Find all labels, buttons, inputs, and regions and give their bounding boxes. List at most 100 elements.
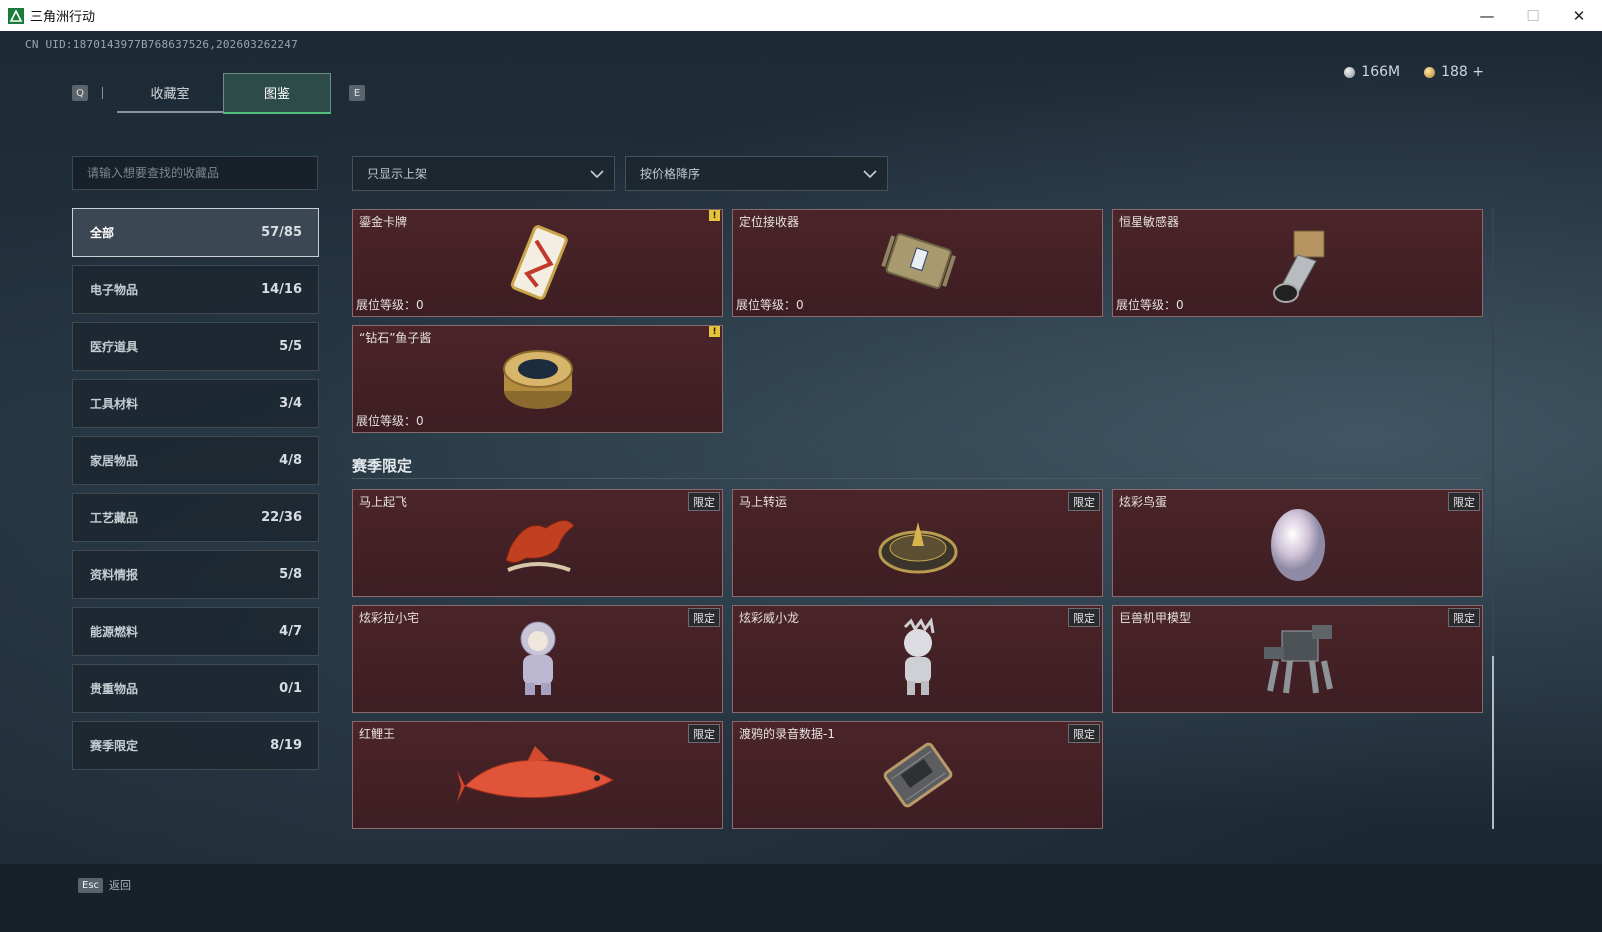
category-household[interactable]: 家居物品 4/8 xyxy=(72,436,319,485)
tab-codex[interactable]: 图鉴 xyxy=(223,72,331,114)
category-count: 4/8 xyxy=(279,453,302,468)
warning-icon: ! xyxy=(709,326,720,337)
dragon-figure-image xyxy=(903,617,934,695)
silver-coin-icon xyxy=(1344,66,1356,78)
category-label: 医疗道具 xyxy=(90,340,139,354)
item-name: 红鲤王 xyxy=(359,727,396,741)
booth-level: 展位等级：0 xyxy=(1116,298,1184,312)
item-name: 恒星敏感器 xyxy=(1119,215,1180,229)
window-controls: — ☐ ✕ xyxy=(1464,0,1602,31)
key-hint-e: E xyxy=(349,85,365,101)
currency-silver[interactable]: 166M xyxy=(1344,64,1400,80)
item-card-raven-recording[interactable]: 渡鸦的录音数据-1 限定 xyxy=(732,721,1103,829)
app-logo-icon xyxy=(8,7,24,24)
back-button[interactable]: Esc 返回 xyxy=(78,877,131,893)
game-viewport: CN UID:1870143977B768637526,202603262247… xyxy=(0,31,1602,932)
tab-separator xyxy=(102,87,103,99)
category-season[interactable]: 赛季限定 8/19 xyxy=(72,721,319,770)
section-divider xyxy=(352,478,1485,479)
currency-gold[interactable]: 188 + xyxy=(1424,64,1484,80)
scrollbar-thumb[interactable] xyxy=(1492,656,1494,829)
booth-level: 展位等级：0 xyxy=(736,298,804,312)
spinner-disc-image xyxy=(878,522,957,574)
item-card-la-xiaozhai[interactable]: 炫彩拉小宅 限定 xyxy=(352,605,723,713)
item-card-colorful-egg[interactable]: 炫彩鸟蛋 限定 xyxy=(1112,489,1483,597)
close-button[interactable]: ✕ xyxy=(1556,0,1602,31)
shelf-filter-value: 只显示上架 xyxy=(367,167,428,181)
item-name: 巨兽机甲模型 xyxy=(1119,611,1192,625)
category-count: 8/19 xyxy=(270,738,302,753)
warning-icon: ! xyxy=(709,210,720,221)
tab-bar: Q 收藏室 图鉴 E xyxy=(72,72,365,114)
pearl-egg-image xyxy=(1270,509,1325,581)
window-title: 三角洲行动 xyxy=(30,10,96,25)
limited-badge: 限定 xyxy=(1448,608,1480,627)
item-card-diamond-caviar[interactable]: “钻石”鱼子酱 ! 展位等级：0 xyxy=(352,325,723,433)
item-card-star-sensor[interactable]: 恒星敏感器 展位等级：0 xyxy=(1112,209,1483,317)
esc-key-hint: Esc xyxy=(78,877,104,893)
category-label: 工艺藏品 xyxy=(90,511,139,525)
item-card-gilded-card[interactable]: 鎏金卡牌 ! 展位等级：0 xyxy=(352,209,723,317)
limited-badge: 限定 xyxy=(1448,492,1480,511)
item-name: 马上起飞 xyxy=(359,495,408,509)
item-name: 定位接收器 xyxy=(739,215,800,229)
maximize-button[interactable]: ☐ xyxy=(1510,0,1556,31)
silver-amount: 166M xyxy=(1361,64,1401,80)
limited-badge: 限定 xyxy=(1068,724,1100,743)
limited-badge: 限定 xyxy=(1068,608,1100,627)
item-card-wei-xiaolong[interactable]: 炫彩威小龙 限定 xyxy=(732,605,1103,713)
window-titlebar: 三角洲行动 — ☐ ✕ xyxy=(0,0,1602,32)
item-card-turn-luck[interactable]: 马上转运 限定 xyxy=(732,489,1103,597)
tab-collection-room[interactable]: 收藏室 xyxy=(117,73,223,113)
category-count: 57/85 xyxy=(261,225,302,240)
chevron-down-icon xyxy=(590,169,604,178)
sort-dropdown[interactable]: 按价格降序 xyxy=(625,156,888,191)
item-card-red-carp[interactable]: 红鲤王 限定 xyxy=(352,721,723,829)
category-label: 电子物品 xyxy=(90,283,139,297)
category-count: 5/5 xyxy=(279,339,302,354)
item-name: 渡鸦的录音数据-1 xyxy=(739,727,835,741)
category-valuables[interactable]: 贵重物品 0/1 xyxy=(72,664,319,713)
category-label: 家居物品 xyxy=(90,454,139,468)
item-name: 炫彩威小龙 xyxy=(739,611,800,625)
category-crafts[interactable]: 工艺藏品 22/36 xyxy=(72,493,319,542)
section-title-season: 赛季限定 xyxy=(352,457,413,475)
category-count: 5/8 xyxy=(279,567,302,582)
item-card-positioning-receiver[interactable]: 定位接收器 展位等级：0 xyxy=(732,209,1103,317)
category-intel[interactable]: 资料情报 5/8 xyxy=(72,550,319,599)
item-name: 鎏金卡牌 xyxy=(359,215,408,229)
item-card-take-off[interactable]: 马上起飞 限定 xyxy=(352,489,723,597)
category-label: 工具材料 xyxy=(90,397,139,411)
item-name: 炫彩拉小宅 xyxy=(359,611,420,625)
shelf-filter-dropdown[interactable]: 只显示上架 xyxy=(352,156,615,191)
category-energy[interactable]: 能源燃料 4/7 xyxy=(72,607,319,656)
category-count: 3/4 xyxy=(279,396,302,411)
category-count: 0/1 xyxy=(279,681,302,696)
chevron-down-icon xyxy=(863,169,877,178)
limited-badge: 限定 xyxy=(688,724,720,743)
bottom-bar: Esc 返回 xyxy=(0,864,1602,932)
category-electronics[interactable]: 电子物品 14/16 xyxy=(72,265,319,314)
gold-coin-icon xyxy=(1424,66,1436,78)
item-name: “钻石”鱼子酱 xyxy=(359,331,432,345)
star-sensor-image xyxy=(1272,230,1324,303)
category-tools[interactable]: 工具材料 3/4 xyxy=(72,379,319,428)
item-name: 炫彩鸟蛋 xyxy=(1119,495,1168,509)
astronaut-figure-image xyxy=(520,621,555,695)
category-all[interactable]: 全部 57/85 xyxy=(72,208,319,257)
category-medical[interactable]: 医疗道具 5/5 xyxy=(72,322,319,371)
caviar-tin-image xyxy=(502,350,573,409)
category-count: 22/36 xyxy=(261,510,302,525)
gilded-card-image xyxy=(510,225,568,300)
category-label: 赛季限定 xyxy=(90,739,139,753)
item-card-mecha-model[interactable]: 巨兽机甲模型 限定 xyxy=(1112,605,1483,713)
category-count: 14/16 xyxy=(261,282,302,297)
booth-level: 展位等级：0 xyxy=(356,298,424,312)
search-input[interactable] xyxy=(85,165,309,181)
red-horse-image xyxy=(504,520,575,572)
minimize-button[interactable]: — xyxy=(1464,0,1510,31)
category-label: 贵重物品 xyxy=(90,682,139,696)
uid-text: CN UID:1870143977B768637526,202603262247 xyxy=(25,38,298,51)
booth-level: 展位等级：0 xyxy=(356,414,424,428)
positioning-receiver-image xyxy=(880,233,956,289)
